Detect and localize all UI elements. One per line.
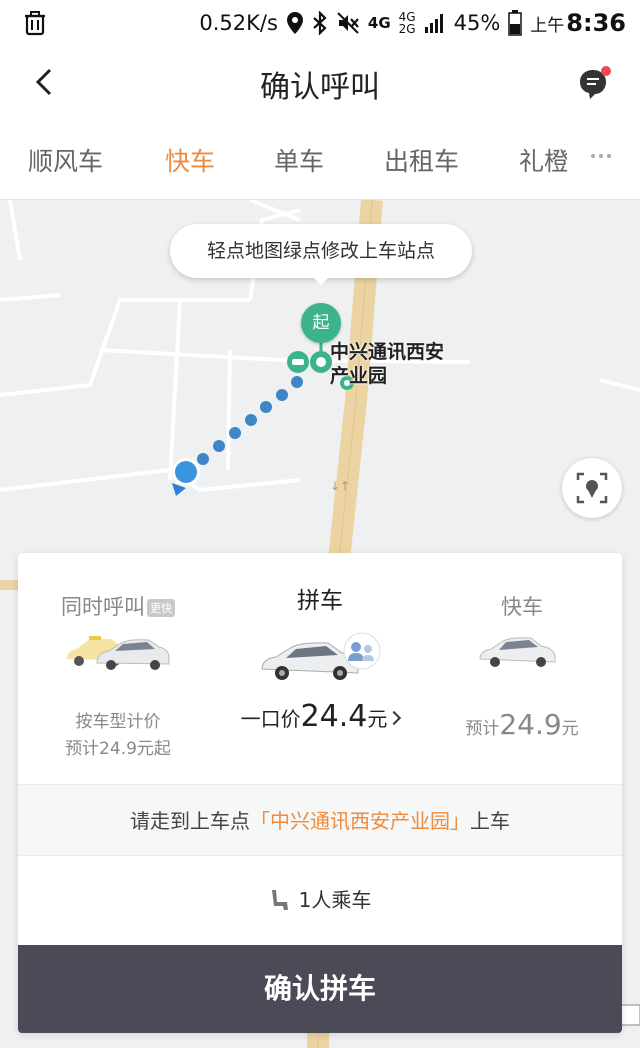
trash-icon[interactable] (22, 10, 48, 36)
signal-icon (424, 14, 443, 33)
carpool-car-icon (261, 632, 381, 680)
locate-button[interactable] (562, 458, 622, 518)
mute-icon (337, 12, 359, 34)
faster-badge: 更快 (147, 599, 175, 617)
option-express-name: 快车 (501, 595, 543, 619)
page-title: 确认呼叫 (260, 70, 380, 105)
walk-suffix: 上车 (470, 809, 510, 833)
tab-bike[interactable]: 单车 (274, 142, 324, 178)
network-small: 4G 2G (398, 10, 416, 36)
tab-taxi[interactable]: 出租车 (384, 142, 459, 178)
locate-icon (576, 472, 608, 504)
ride-options: 同时呼叫 更快 按车型计价 预计24.9元起 拼车 一口价24.4元 快车 预计… (18, 553, 622, 784)
express-price-value: 24.9 (499, 708, 562, 741)
carpool-price-prefix: 一口价 (240, 707, 301, 731)
tab-hitch[interactable]: 顺风车 (28, 142, 103, 178)
start-marker[interactable]: 起 (301, 303, 341, 343)
status-bar: 0.52K/s 4G 4G 2G 45% 上午 8:36 (0, 0, 640, 46)
carpool-price-value: 24.4 (300, 699, 368, 734)
battery-icon (508, 10, 523, 36)
option-carpool-price: 一口价24.4元 (218, 702, 422, 733)
category-tabs: 顺风车 快车 单车 出租车 礼橙 (0, 118, 640, 200)
network-type: 4G (367, 14, 391, 32)
option-multi-call-price: 按车型计价 预计24.9元起 (18, 709, 218, 763)
seat-icon (271, 890, 288, 910)
tab-premium[interactable]: 礼橙 (519, 142, 567, 178)
walk-prefix: 请走到上车点 (130, 809, 250, 833)
pickup-poi-label: 中兴通讯西安 产业园 (330, 341, 445, 387)
carpool-price-unit: 元 (367, 707, 388, 731)
svg-text:↓↑: ↓↑ (330, 479, 350, 493)
option-carpool-name: 拼车 (297, 588, 343, 614)
map-hint-tail (312, 276, 330, 285)
option-multi-call-label: 同时呼叫 (61, 595, 145, 619)
ampm: 上午 (530, 15, 565, 36)
option-multi-call-estimate: 预计24.9元起 (65, 739, 171, 759)
option-multi-call-pricing-rule: 按车型计价 (75, 712, 161, 732)
option-express-price: 预计24.9元 (422, 711, 622, 743)
option-multi-call-name: 同时呼叫 更快 (18, 591, 218, 621)
message-icon[interactable] (578, 66, 612, 100)
express-price-unit: 元 (561, 719, 579, 739)
title-bar: 确认呼叫 (0, 46, 640, 118)
option-multi-call[interactable]: 同时呼叫 更快 按车型计价 预计24.9元起 (18, 553, 218, 784)
passenger-count-label: 1人乘车 (298, 888, 372, 912)
battery-percent: 45% (453, 11, 501, 35)
location-icon (286, 12, 303, 34)
express-price-prefix: 预计 (465, 719, 500, 739)
express-car-icon (479, 637, 556, 667)
walk-to-pickup-row: 请走到上车点「中兴通讯西安产业园」上车 (18, 784, 622, 856)
confirm-carpool-button[interactable]: 确认拼车 (18, 945, 622, 1033)
bluetooth-icon (313, 11, 327, 35)
tab-express[interactable]: 快车 (165, 142, 215, 178)
walk-poi-name[interactable]: 「中兴通讯西安产业园」 (250, 809, 470, 833)
passenger-count-row[interactable]: 1人乘车 (18, 856, 622, 945)
clock-time: 8:36 (566, 9, 626, 37)
chevron-right-icon (387, 710, 402, 726)
two-cars-icon (67, 636, 170, 670)
option-express[interactable]: 快车 预计24.9元 (422, 553, 622, 784)
net-speed: 0.52K/s (199, 11, 278, 35)
map-hint-bubble: 轻点地图绿点修改上车站点 (170, 224, 472, 278)
ride-confirm-card: 同时呼叫 更快 按车型计价 预计24.9元起 拼车 一口价24.4元 快车 预计… (18, 553, 622, 1033)
more-dots-icon[interactable] (590, 152, 612, 160)
option-carpool[interactable]: 拼车 一口价24.4元 (218, 553, 422, 784)
